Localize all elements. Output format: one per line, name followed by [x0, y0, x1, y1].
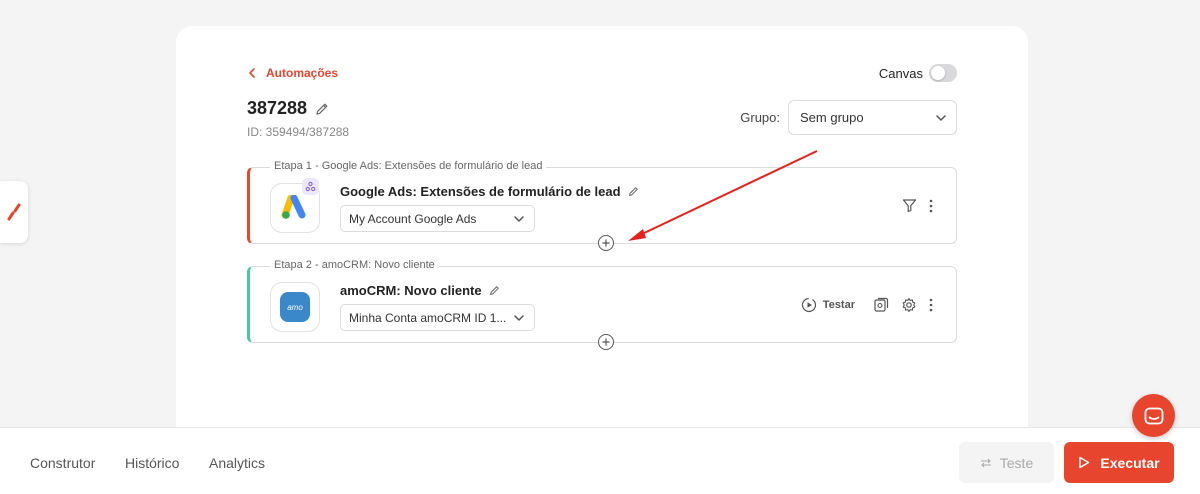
swap-arrows-icon	[980, 458, 991, 467]
edit-step-pencil-icon[interactable]	[628, 186, 639, 197]
chevron-down-icon	[514, 215, 524, 222]
footer-bar: Construtor Histórico Analytics Teste Exe…	[0, 427, 1200, 494]
chevron-down-icon	[936, 114, 946, 121]
test-button[interactable]: Teste	[959, 442, 1054, 483]
step-2-label: Etapa 2 - amoCRM: Novo cliente	[270, 259, 439, 271]
google-ads-icon	[281, 195, 306, 219]
back-label: Automações	[266, 66, 339, 80]
canvas-toggle-group: Canvas	[879, 64, 957, 82]
webhook-icon	[305, 181, 316, 192]
test-step-label: Testar	[822, 298, 855, 311]
amocrm-icon: amo	[280, 292, 310, 322]
chat-support-button[interactable]	[1132, 394, 1175, 437]
tab-historico[interactable]: Histórico	[125, 455, 179, 471]
run-button[interactable]: Executar	[1064, 442, 1174, 483]
chat-icon	[1144, 407, 1163, 424]
add-step-button[interactable]	[598, 235, 614, 251]
step-1-label: Etapa 1 - Google Ads: Extensões de formu…	[270, 160, 547, 172]
step-2-app-icon: amo	[270, 282, 320, 332]
tab-construtor[interactable]: Construtor	[30, 455, 95, 471]
title-row: 387288	[247, 98, 329, 119]
automation-id: ID: 359494/387288	[247, 125, 350, 139]
tab-analytics[interactable]: Analytics	[209, 455, 265, 471]
plus-icon	[602, 338, 610, 346]
edit-step-pencil-icon[interactable]	[489, 285, 500, 296]
back-to-automations-link[interactable]: Automações	[248, 66, 338, 80]
chevron-left-icon	[249, 68, 255, 78]
step-1-name: Google Ads: Extensões de formulário de l…	[340, 184, 621, 199]
canvas-switch[interactable]	[929, 64, 957, 82]
step-2-card[interactable]: Etapa 2 - amoCRM: Novo cliente amo amoCR…	[247, 259, 957, 350]
step-1-name-row: Google Ads: Extensões de formulário de l…	[340, 184, 639, 199]
play-icon	[1079, 456, 1090, 469]
run-button-label: Executar	[1100, 454, 1160, 471]
side-panel-tab[interactable]	[0, 181, 28, 243]
automation-title: 387288	[247, 98, 308, 118]
step-1-account-select[interactable]: My Account Google Ads	[340, 205, 535, 232]
group-selected-value: Sem grupo	[800, 110, 864, 125]
settings-gear-icon[interactable]	[901, 297, 917, 313]
automation-card: Automações Canvas 387288 ID: 359494/3872…	[176, 26, 1028, 446]
step-1-actions	[902, 168, 933, 243]
step-2-name: amoCRM: Novo cliente	[340, 283, 482, 298]
canvas-label: Canvas	[878, 65, 923, 81]
step-2-actions: Testar	[801, 267, 933, 342]
step-1-account-value: My Account Google Ads	[349, 211, 477, 226]
edit-title-pencil-icon[interactable]	[315, 102, 329, 116]
more-options-icon[interactable]	[929, 298, 933, 312]
play-circle-icon	[801, 297, 816, 312]
step-2-name-row: amoCRM: Novo cliente	[340, 283, 500, 298]
webhook-badge	[302, 178, 319, 195]
step-1-card[interactable]: Etapa 1 - Google Ads: Extensões de formu…	[247, 160, 957, 251]
add-step-button[interactable]	[598, 334, 614, 350]
test-step-button[interactable]: Testar	[801, 297, 855, 313]
plus-icon	[602, 239, 610, 247]
chevron-down-icon	[514, 314, 524, 321]
more-options-icon[interactable]	[929, 199, 933, 213]
filter-icon[interactable]	[902, 198, 917, 213]
data-preview-icon[interactable]	[873, 297, 889, 313]
step-2-account-value: Minha Conta amoCRM ID 1...	[349, 310, 507, 325]
step-2-account-select[interactable]: Minha Conta amoCRM ID 1...	[340, 304, 535, 331]
test-button-label: Teste	[999, 454, 1034, 471]
group-label: Grupo:	[740, 110, 780, 125]
group-row: Grupo: Sem grupo	[740, 100, 957, 135]
brand-logo-icon	[7, 203, 21, 221]
svg-text:amo: amo	[287, 303, 303, 312]
group-select[interactable]: Sem grupo	[788, 100, 957, 135]
